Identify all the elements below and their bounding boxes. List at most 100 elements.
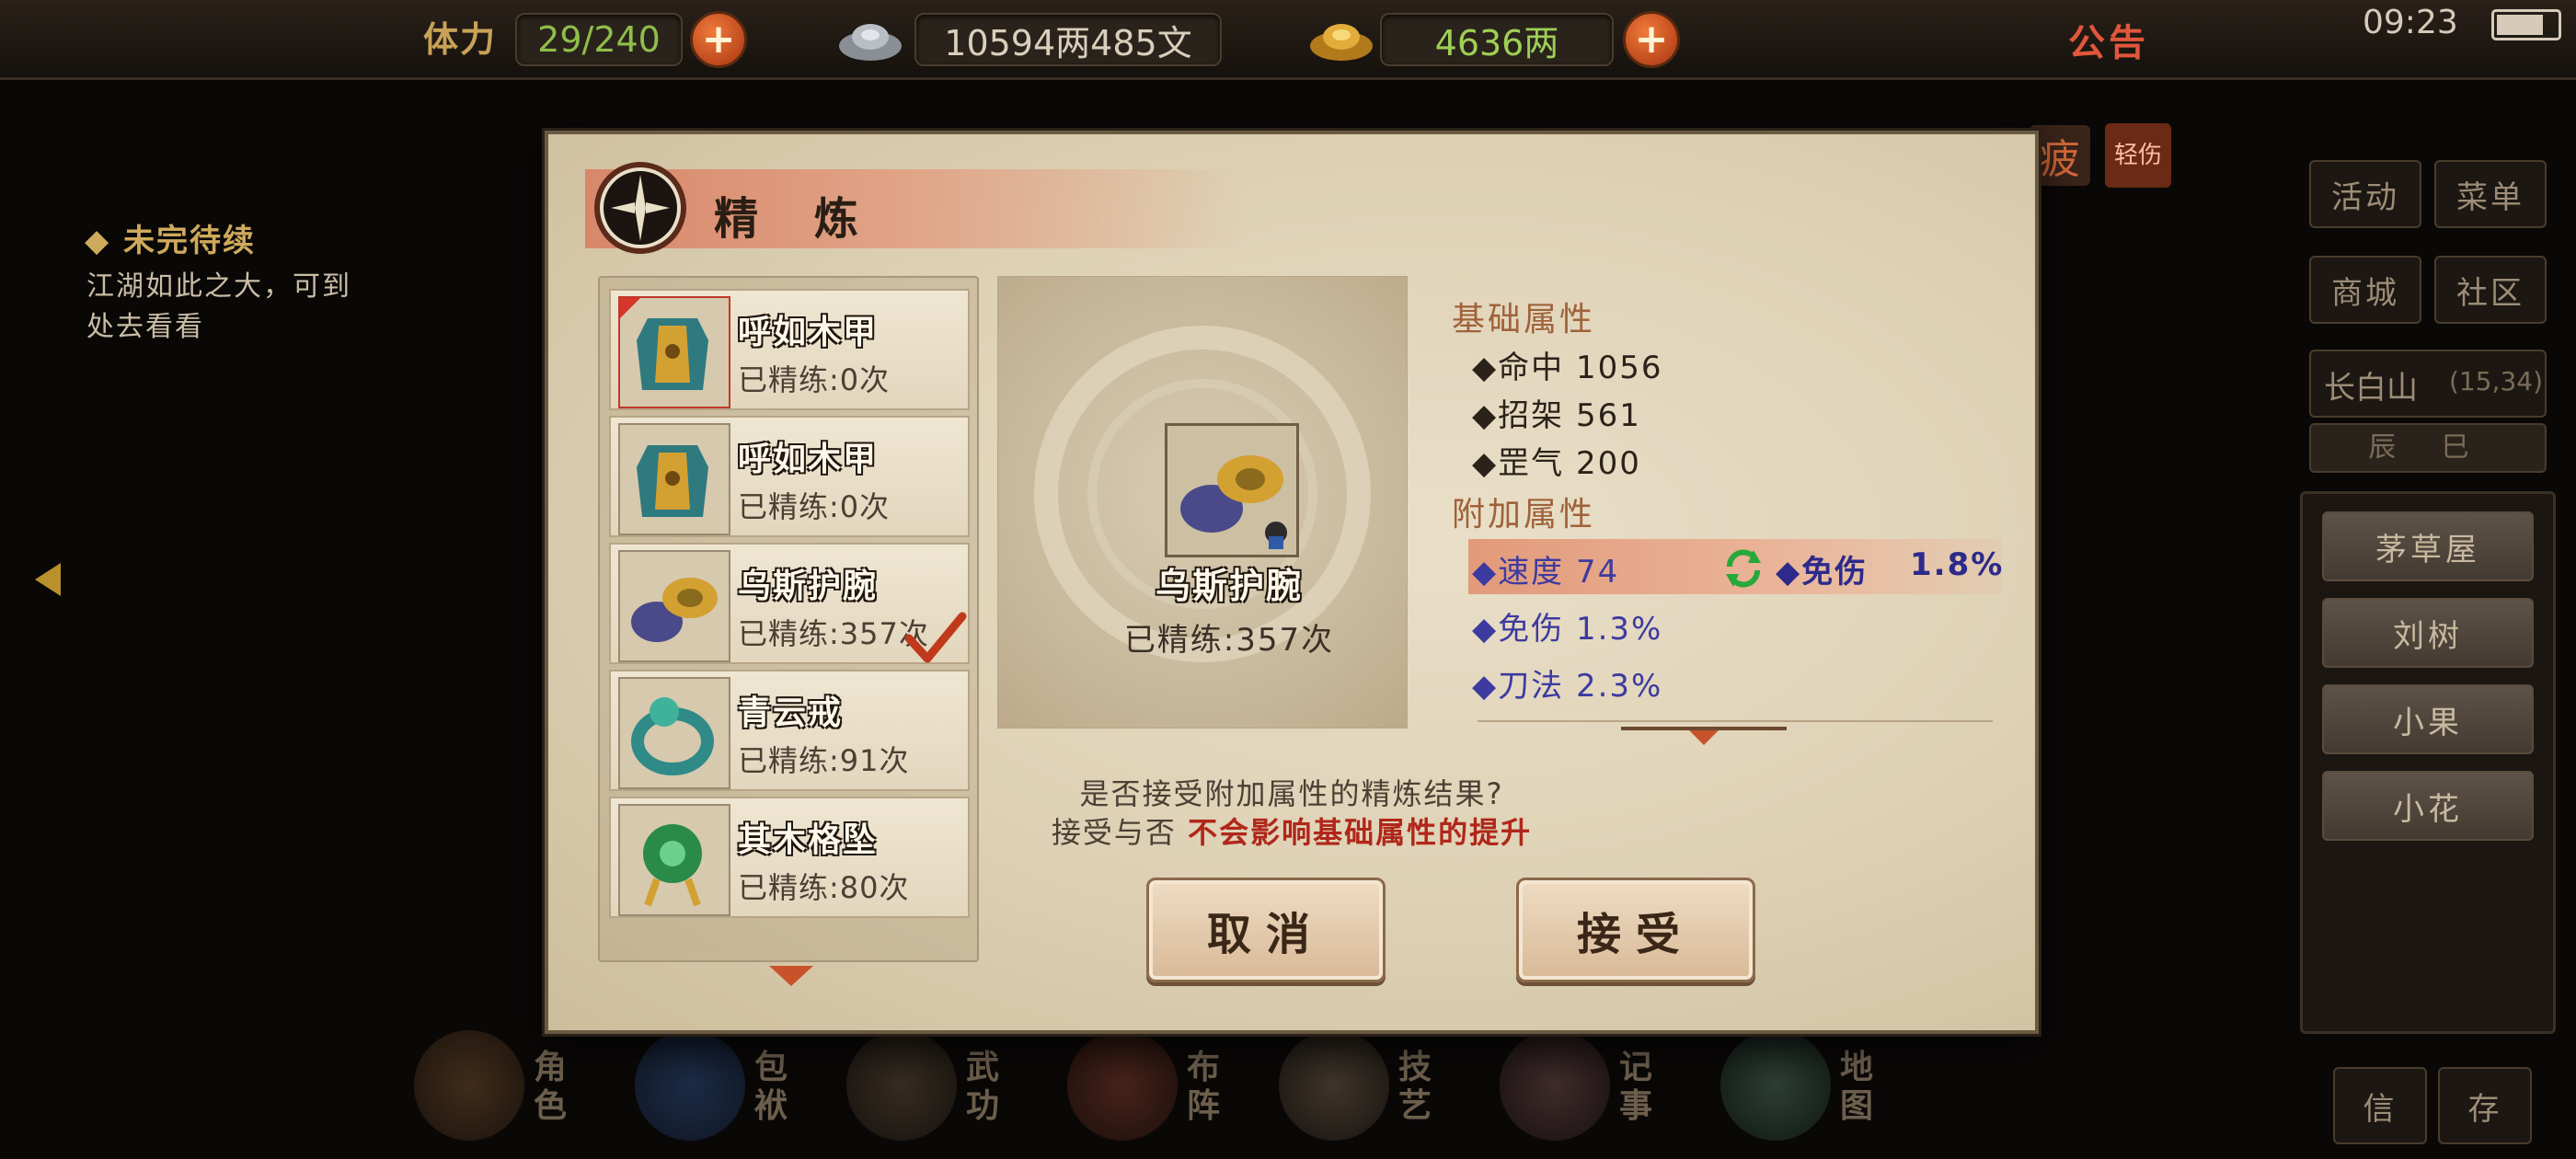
preview-item-name: 乌斯护腕: [1155, 566, 1303, 606]
silver-value: 10594两485文: [914, 13, 1222, 66]
base-attribute: ◆罡气 200: [1472, 445, 1641, 482]
preview-refine-count: 已精练:357次: [1123, 622, 1335, 659]
formation-icon: [1067, 1030, 1178, 1141]
pendant-icon: [643, 824, 702, 907]
gold-value: 4636两: [1380, 13, 1614, 66]
checkmark-icon: [904, 612, 967, 663]
armor-icon: [637, 445, 708, 517]
bracer-icon: [631, 578, 718, 642]
stamina-label: 体力: [423, 19, 498, 60]
bracer-icon: [618, 550, 730, 662]
battery-level: [2497, 15, 2543, 35]
armor-icon: [618, 423, 730, 535]
item-name: 呼如木甲: [738, 441, 879, 478]
pendant-icon: [618, 804, 730, 916]
swap-arrows-icon: [1726, 549, 1761, 588]
item-name: 乌斯护腕: [738, 568, 879, 605]
preview-item-icon[interactable]: [1165, 423, 1299, 557]
refine-dialog: 精 炼 呼如木甲 已精练:0次 呼如木甲 已精练:0次 乌斯护腕 已精练:357…: [545, 131, 2039, 1034]
add-gold-button[interactable]: +: [1623, 11, 1680, 68]
item-refine-count: 已精练:0次: [738, 489, 891, 524]
location-coords: (15,34): [2449, 366, 2544, 396]
scroll-down-arrow-icon[interactable]: [765, 962, 817, 990]
nav-label: 布阵: [1187, 1049, 1221, 1125]
base-attributes-title: 基础属性: [1452, 301, 1596, 339]
clock: 09:23: [2363, 4, 2458, 41]
bracer-icon: [1180, 455, 1287, 549]
nav-label: 角色: [534, 1049, 568, 1125]
nav-map[interactable]: 地图: [1720, 1030, 1923, 1141]
menu-button[interactable]: 菜单: [2434, 160, 2547, 228]
time-of-day: 辰 巳: [2309, 423, 2547, 473]
npc-xiao-guo[interactable]: 小果: [2322, 684, 2534, 754]
armor-icon: [618, 296, 730, 408]
nav-bag[interactable]: 包袱: [635, 1030, 837, 1141]
base-attribute: ◆招架 561: [1472, 397, 1641, 434]
collapse-left-arrow-icon[interactable]: [20, 552, 75, 607]
extra-attributes-title: 附加属性: [1452, 496, 1596, 534]
refine-emblem-icon: [594, 162, 686, 254]
notice-button[interactable]: 公告: [2068, 13, 2149, 66]
confirm-prompt: 是否接受附加属性的精炼结果?: [1079, 776, 1504, 811]
light-injury-badge[interactable]: 轻伤: [2105, 123, 2171, 188]
nav-formation[interactable]: 布阵: [1067, 1030, 1270, 1141]
ring-icon: [618, 677, 730, 789]
equipment-item[interactable]: 呼如木甲 已精练:0次: [609, 416, 970, 537]
item-name: 呼如木甲: [738, 314, 879, 351]
journal-icon: [1500, 1030, 1610, 1141]
armor-icon: [620, 298, 708, 390]
item-name: 青云戒: [738, 694, 844, 732]
nav-journal[interactable]: 记事: [1500, 1030, 1702, 1141]
base-attribute: ◆命中 1056: [1472, 350, 1663, 386]
quest-description: 江湖如此之大，可到 处去看看: [86, 267, 454, 348]
npc-xiao-hua[interactable]: 小花: [2322, 771, 2534, 841]
accept-button[interactable]: 接受: [1516, 878, 1755, 982]
plus-icon: +: [701, 16, 736, 63]
confirm-note-warning: 不会影响基础属性的提升: [1188, 815, 1533, 850]
confirm-note-prefix: 接受与否: [1051, 815, 1189, 850]
quest-description-line: 处去看看: [86, 311, 204, 343]
nav-craft[interactable]: 技艺: [1279, 1030, 1481, 1141]
mail-button[interactable]: 信: [2333, 1067, 2427, 1144]
location-display[interactable]: 长白山 (15,34): [2309, 350, 2547, 418]
extra-attribute: ◆刀法 2.3%: [1472, 668, 1663, 705]
top-status-bar: [0, 0, 2576, 80]
npc-thatched-hut[interactable]: 茅草屋: [2322, 511, 2534, 581]
shop-button[interactable]: 商城: [2309, 256, 2421, 324]
quest-title[interactable]: ◆ 未完待续: [85, 215, 256, 260]
nav-label: 武功: [966, 1049, 1000, 1125]
activity-button[interactable]: 活动: [2309, 160, 2421, 228]
stamina-value: 29/240: [515, 13, 683, 66]
bag-icon: [635, 1030, 745, 1141]
extra-attribute: ◆速度 74: [1472, 554, 1620, 591]
community-button[interactable]: 社区: [2434, 256, 2547, 324]
confirm-note: 接受与否 不会影响基础属性的提升: [824, 809, 1759, 852]
new-extra-attribute-value: 1.8%: [1910, 546, 2005, 583]
extra-attribute: ◆免伤 1.3%: [1472, 611, 1663, 648]
dialog-title: 精 炼: [714, 193, 879, 245]
plus-icon: +: [1634, 16, 1669, 63]
craft-icon: [1279, 1030, 1389, 1141]
character-icon: [414, 1030, 524, 1141]
equipment-item[interactable]: 乌斯护腕 已精练:357次: [609, 543, 970, 664]
add-stamina-button[interactable]: +: [690, 11, 747, 68]
nav-martial-arts[interactable]: 武功: [846, 1030, 1049, 1141]
save-button[interactable]: 存: [2438, 1067, 2532, 1144]
cancel-button[interactable]: 取消: [1146, 878, 1386, 982]
nav-label: 包袱: [754, 1049, 788, 1125]
gold-ingot-icon: [1310, 24, 1373, 61]
map-icon: [1720, 1030, 1831, 1141]
item-refine-count: 已精练:0次: [738, 362, 891, 397]
item-refine-count: 已精练:80次: [738, 870, 910, 905]
npc-liu-shu[interactable]: 刘树: [2322, 598, 2534, 668]
new-extra-attribute-name: ◆免伤: [1776, 554, 1869, 591]
nav-label: 记事: [1619, 1049, 1653, 1125]
ring-icon: [631, 697, 714, 775]
silver-ingot-icon: [839, 24, 902, 61]
equipment-item[interactable]: 呼如木甲 已精练:0次: [609, 289, 970, 410]
nav-character[interactable]: 角色: [414, 1030, 616, 1141]
item-refine-count: 已精练:357次: [738, 616, 929, 651]
nav-label: 技艺: [1398, 1049, 1432, 1125]
nav-label: 地图: [1840, 1049, 1874, 1125]
divider-ornament-icon: [1621, 727, 1787, 745]
